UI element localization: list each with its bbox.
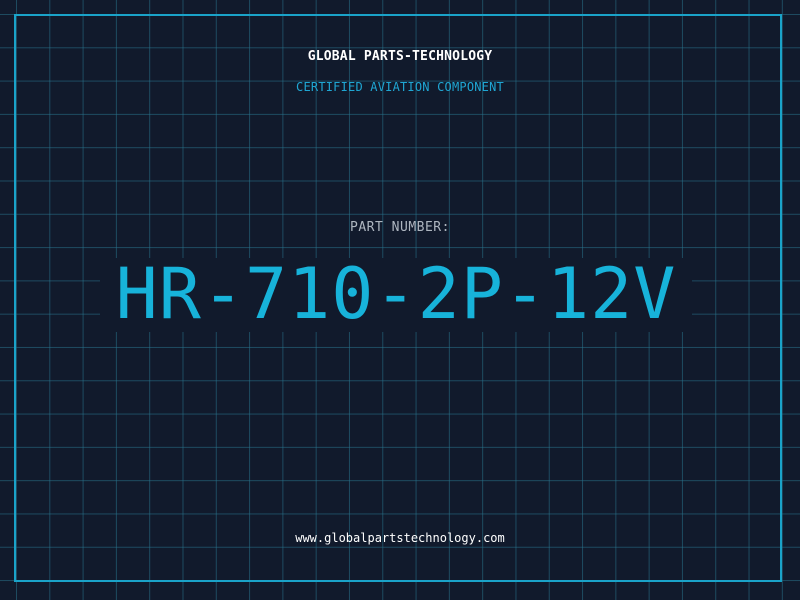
website-url: www.globalpartstechnology.com xyxy=(295,531,505,545)
part-number-value: HR-710-2P-12V xyxy=(115,253,677,335)
certificate-card: GLOBAL PARTS-TECHNOLOGY CERTIFIED AVIATI… xyxy=(0,0,800,600)
certification-tagline: CERTIFIED AVIATION COMPONENT xyxy=(296,80,504,94)
part-number-label: PART NUMBER: xyxy=(350,220,450,235)
company-name: GLOBAL PARTS-TECHNOLOGY xyxy=(307,49,493,64)
